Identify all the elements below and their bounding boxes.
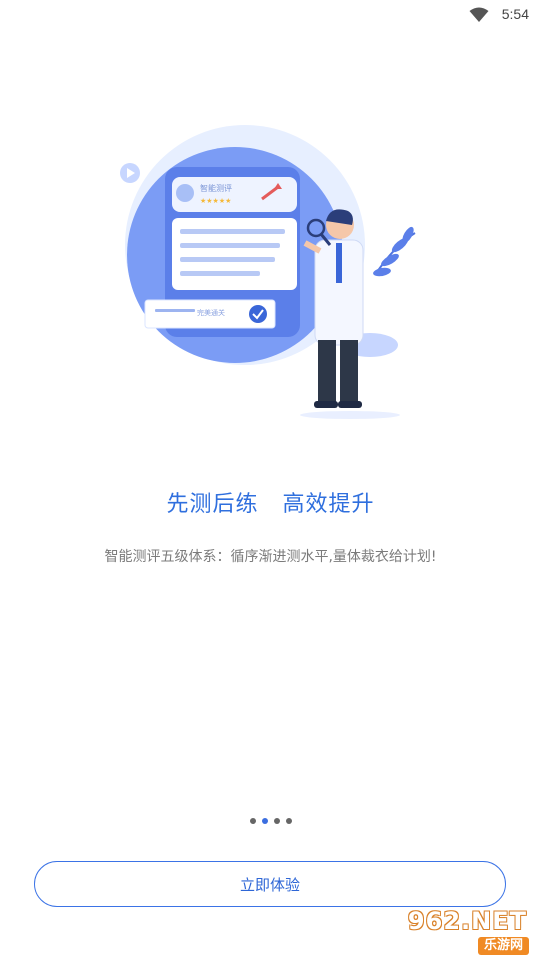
onboarding-illustration: 智能测评 ★★★★★ 完美通关 (120, 125, 416, 419)
status-time: 5:54 (501, 6, 529, 22)
card-title: 智能测评 (200, 183, 232, 193)
page-dot-3 (273, 818, 280, 824)
page-dot-4 (285, 818, 292, 824)
wifi-icon (469, 7, 489, 22)
page-indicator (0, 818, 541, 824)
watermark-logo: 962.NET 乐游网 (398, 907, 533, 957)
badge-text: 完美通关 (197, 308, 225, 317)
watermark-top-text: 962.NET (407, 907, 527, 935)
start-experience-button[interactable]: 立即体验 (34, 861, 506, 907)
watermark-bottom-text: 乐游网 (477, 937, 529, 955)
page-dot-2 (261, 818, 268, 824)
onboarding-subtitle: 智能测评五级体系：循序渐进测水平,量体裁衣给计划! (104, 549, 437, 565)
start-experience-label: 立即体验 (239, 875, 300, 894)
onboarding-headline: 先测后练 高效提升 (166, 492, 375, 517)
status-bar: 5:54 (0, 0, 541, 30)
card-stars: ★★★★★ (200, 197, 231, 205)
page-dot-1 (249, 818, 256, 824)
